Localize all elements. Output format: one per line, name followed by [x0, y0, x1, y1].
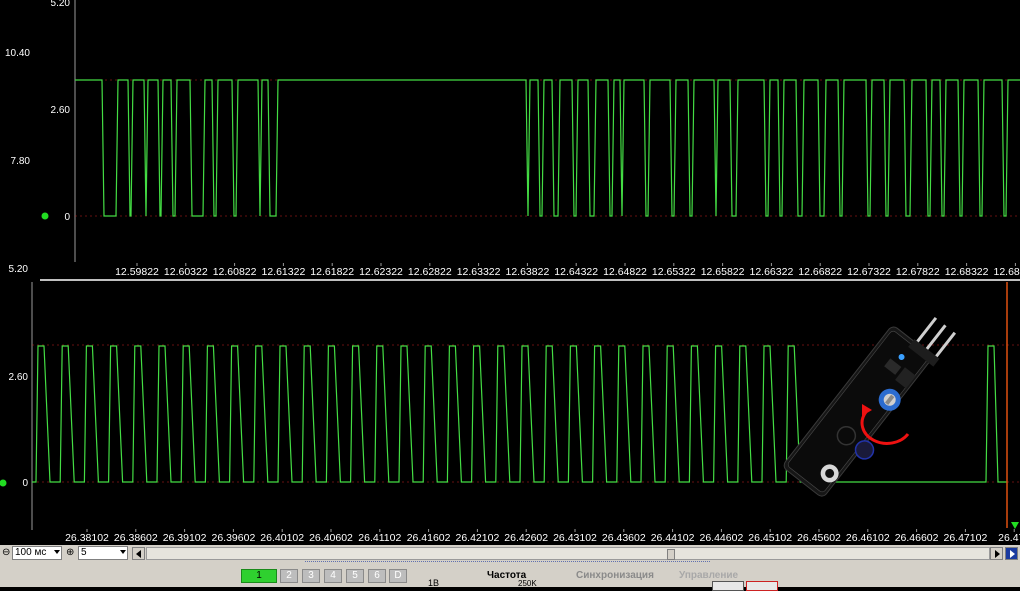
scroll-right-button[interactable] — [990, 547, 1003, 560]
time-tick-label: 26.43602 — [602, 532, 646, 544]
time-tick-label: 26.42602 — [504, 532, 548, 544]
time-tick-label: 12.63322 — [457, 266, 501, 278]
time-tick-label: 26.40102 — [260, 532, 304, 544]
time-tick-label: 26.38602 — [114, 532, 158, 544]
top-y-label-2.60: 2.60 — [51, 105, 71, 116]
channel-2-button[interactable]: 2 — [280, 569, 298, 583]
time-tick-label: 12.62322 — [359, 266, 403, 278]
channel-3-button[interactable]: 3 — [302, 569, 320, 583]
control-button-a[interactable] — [712, 581, 744, 591]
time-tick-label: 26.42102 — [456, 532, 500, 544]
oscilloscope-view: 5.20 10.40 2.60 7.80 0 12.59822 12.60322 1… — [0, 0, 1020, 544]
range-indicator — [305, 561, 710, 567]
sync-group-title: Синхронизация — [576, 570, 654, 581]
cursor-handle-icon[interactable] — [1011, 522, 1019, 529]
zoom-in-icon[interactable]: ⊕ — [66, 547, 74, 558]
channel-4-button[interactable]: 4 — [324, 569, 342, 583]
top-panel: 5.20 10.40 2.60 7.80 0 12.59822 12.60322 1… — [5, 0, 1020, 278]
channel-5-button[interactable]: 5 — [346, 569, 364, 583]
bottom-panel: 5.20 2.60 0 26.38102 26.38602 26.39102 26.3… — [0, 264, 1020, 544]
time-tick-label: 26.43102 — [553, 532, 597, 544]
time-tick-label: 12.60822 — [213, 266, 257, 278]
bottom-y-label-5.20: 5.20 — [9, 264, 29, 275]
bottom-y-label-2.60: 2.60 — [9, 372, 29, 383]
time-tick-label: 26.44602 — [700, 532, 744, 544]
top-signal-trace — [75, 79, 1020, 217]
scrollbar-thumb[interactable] — [667, 549, 675, 560]
channel-6-button[interactable]: 6 — [368, 569, 386, 583]
time-tick-label: 26.41602 — [407, 532, 451, 544]
top-time-axis: 12.59822 12.60322 12.60822 12.61322 12.61822… — [115, 263, 1020, 278]
channel-marker-top[interactable] — [41, 212, 49, 220]
time-tick-label: 26.46102 — [846, 532, 890, 544]
time-tick-label: 26.39102 — [163, 532, 207, 544]
channel-digital-button[interactable]: D — [389, 569, 407, 583]
time-tick-label: 26.41102 — [358, 532, 401, 544]
time-tick-label: 12.65322 — [652, 266, 696, 278]
time-tick-label: 12.66822 — [798, 266, 842, 278]
control-button-b[interactable] — [746, 581, 778, 591]
scale-select[interactable]: 5 — [78, 546, 128, 560]
time-tick-label: 12.64322 — [554, 266, 598, 278]
time-tick-label: 12.63822 — [506, 266, 550, 278]
time-tick-label: 26.38102 — [65, 532, 109, 544]
time-scrollbar[interactable] — [146, 547, 990, 560]
time-tick-label: 12.61822 — [310, 266, 354, 278]
timebase-select[interactable]: 100 мс — [12, 546, 62, 560]
top-y-label-0: 0 — [64, 212, 70, 223]
time-tick-label: 26.47102 — [944, 532, 988, 544]
play-button[interactable] — [1005, 547, 1018, 560]
time-tick-label: 12.59822 — [115, 266, 159, 278]
time-tick-label: 26.40602 — [309, 532, 353, 544]
time-tick-label: 12.61322 — [262, 266, 306, 278]
time-tick-label: 26.45602 — [797, 532, 841, 544]
line-sensor-module-image — [783, 316, 957, 497]
time-tick-label: 12.68822 — [994, 266, 1020, 278]
time-tick-label: 26.46602 — [895, 532, 939, 544]
time-tick-label: 26.39602 — [212, 532, 256, 544]
top-y-label-7.80: 7.80 — [11, 156, 31, 167]
top-y-label-5.20: 5.20 — [51, 0, 71, 9]
top-y-label-10.40: 10.40 — [5, 48, 30, 59]
control-group-title: Управление — [679, 570, 739, 581]
time-tick-label: 26.45102 — [748, 532, 792, 544]
time-tick-label: 12.67822 — [896, 266, 940, 278]
zoom-out-icon[interactable]: ⊖ — [2, 547, 10, 558]
time-tick-label: 12.68322 — [945, 266, 989, 278]
channel-marker-bottom[interactable] — [0, 479, 7, 487]
time-tick-label: 12.67322 — [847, 266, 891, 278]
timebase-value: 100 мс — [15, 547, 47, 558]
time-tick-label: 26.476 — [998, 532, 1020, 544]
channel-1-button[interactable]: 1 — [241, 569, 277, 583]
bottom-time-axis: 26.38102 26.38602 26.39102 26.39602 26.40102… — [65, 529, 1020, 544]
time-tick-label: 26.44102 — [651, 532, 695, 544]
time-tick-label: 12.64822 — [603, 266, 647, 278]
scroll-left-button[interactable] — [132, 547, 145, 560]
time-tick-label: 12.66322 — [750, 266, 794, 278]
time-tick-label: 12.60322 — [164, 266, 208, 278]
time-tick-label: 12.65822 — [701, 266, 745, 278]
time-tick-label: 12.62822 — [408, 266, 452, 278]
bottom-y-label-0: 0 — [22, 478, 28, 489]
scale-value: 5 — [81, 547, 87, 558]
